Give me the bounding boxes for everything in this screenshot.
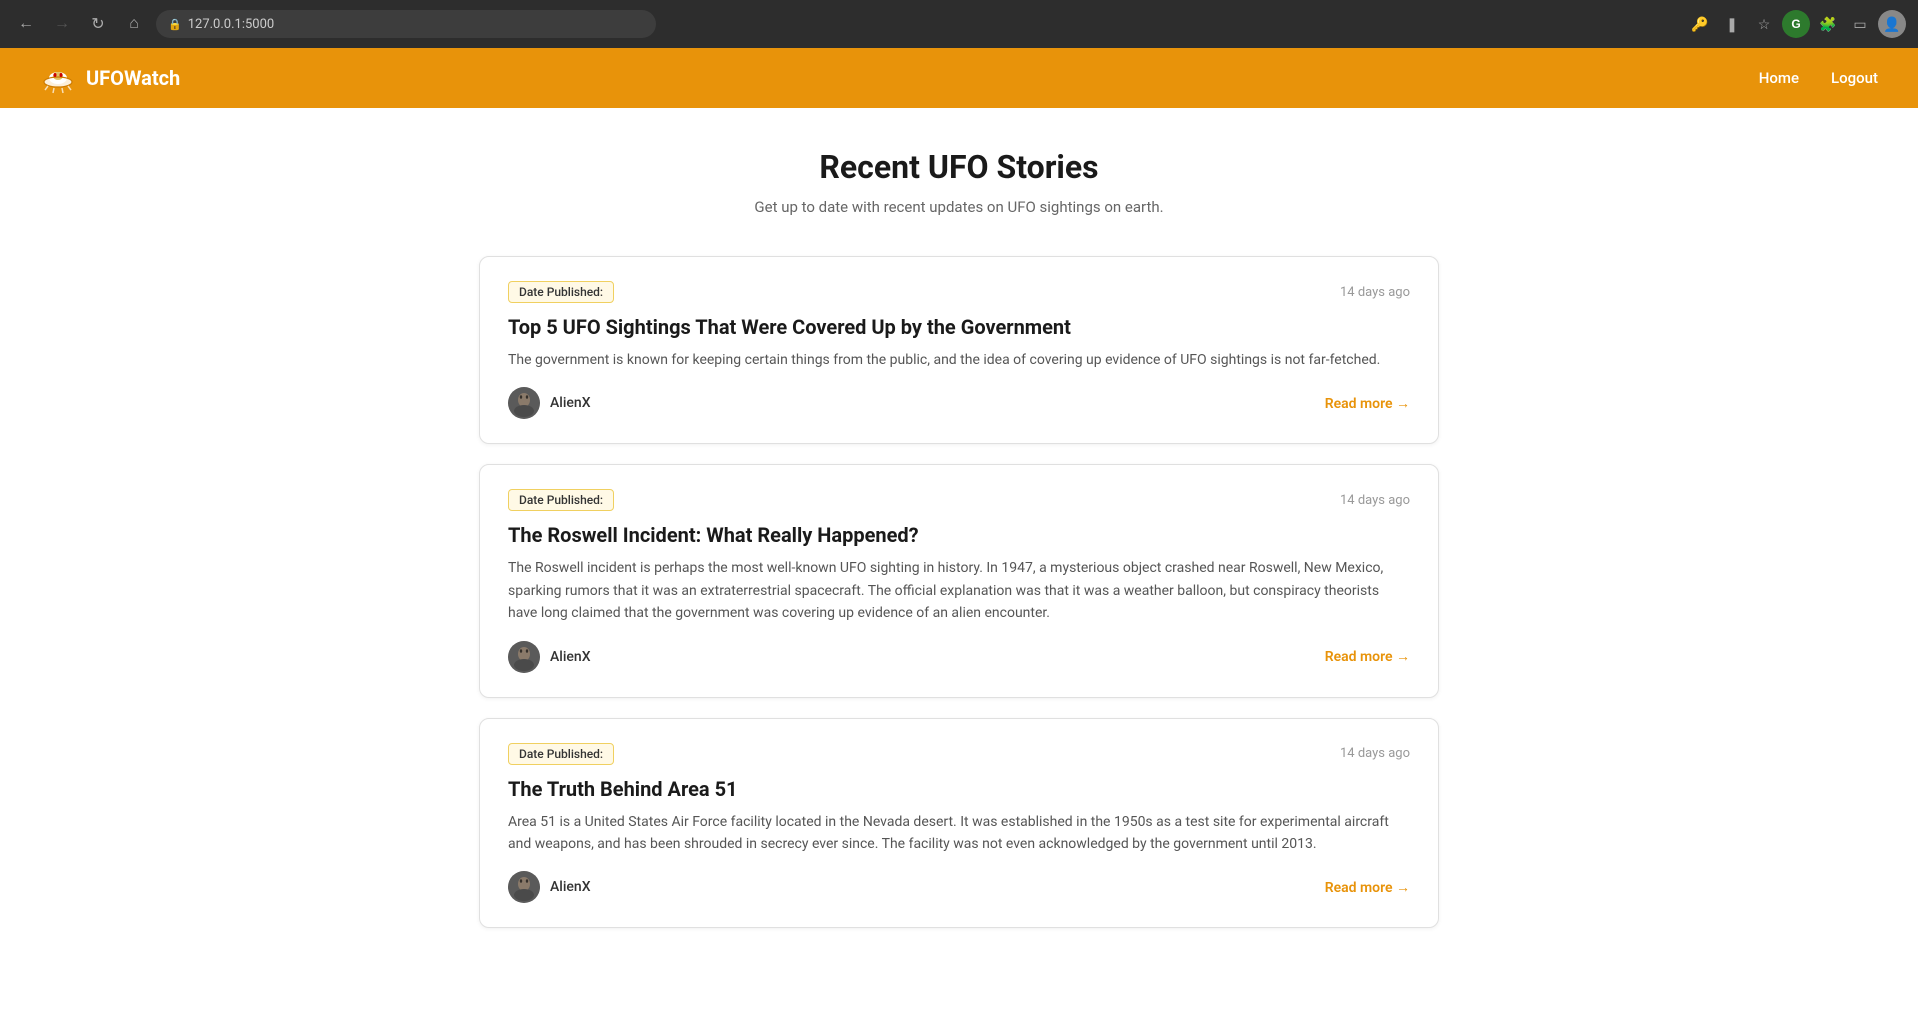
time-ago: 14 days ago: [1340, 285, 1410, 300]
card-meta: Date Published: 14 days ago: [508, 743, 1410, 765]
date-badge: Date Published:: [508, 489, 614, 511]
browser-actions: 🔑 ❚ ☆ G 🧩 ▭ 👤: [1686, 10, 1906, 38]
share-icon-btn[interactable]: ❚: [1718, 10, 1746, 38]
card-footer: AlienX Read more →: [508, 641, 1410, 673]
g-extension-btn[interactable]: G: [1782, 10, 1810, 38]
brand-text: UFOWatch: [86, 66, 180, 90]
author-avatar: [508, 871, 540, 903]
story-excerpt: The government is known for keeping cert…: [508, 349, 1410, 371]
story-title: The Roswell Incident: What Really Happen…: [508, 523, 1410, 547]
page-subtitle: Get up to date with recent updates on UF…: [20, 198, 1898, 216]
address-bar[interactable]: 🔒 127.0.0.1:5000: [156, 10, 656, 38]
forward-button[interactable]: →: [48, 10, 76, 38]
author-name: AlienX: [550, 879, 591, 895]
date-badge: Date Published:: [508, 281, 614, 303]
main-content: Recent UFO Stories Get up to date with r…: [0, 108, 1918, 1017]
story-excerpt: The Roswell incident is perhaps the most…: [508, 557, 1410, 624]
cast-icon-btn[interactable]: ▭: [1846, 10, 1874, 38]
card-footer: AlienX Read more →: [508, 871, 1410, 903]
story-excerpt: Area 51 is a United States Air Force fac…: [508, 811, 1410, 856]
star-icon-btn[interactable]: ☆: [1750, 10, 1778, 38]
ufo-logo-icon: [40, 60, 76, 96]
author: AlienX: [508, 641, 591, 673]
author-name: AlienX: [550, 649, 591, 665]
time-ago: 14 days ago: [1340, 746, 1410, 761]
puzzle-icon-btn[interactable]: 🧩: [1814, 10, 1842, 38]
back-button[interactable]: ←: [12, 10, 40, 38]
author-avatar: [508, 641, 540, 673]
story-title: The Truth Behind Area 51: [508, 777, 1410, 801]
card-footer: AlienX Read more →: [508, 387, 1410, 419]
story-card: Date Published: 14 days ago The Roswell …: [479, 464, 1439, 697]
reload-button[interactable]: ↻: [84, 10, 112, 38]
navbar-links: Home Logout: [1759, 69, 1878, 87]
page-title: Recent UFO Stories: [20, 148, 1898, 186]
home-button[interactable]: ⌂: [120, 10, 148, 38]
author: AlienX: [508, 871, 591, 903]
page-header: Recent UFO Stories Get up to date with r…: [20, 148, 1898, 216]
story-card: Date Published: 14 days ago Top 5 UFO Si…: [479, 256, 1439, 444]
url-text: 127.0.0.1:5000: [188, 17, 275, 32]
lock-icon: 🔒: [168, 18, 182, 31]
story-title: Top 5 UFO Sightings That Were Covered Up…: [508, 315, 1410, 339]
author: AlienX: [508, 387, 591, 419]
card-meta: Date Published: 14 days ago: [508, 281, 1410, 303]
nav-logout[interactable]: Logout: [1831, 69, 1878, 87]
browser-chrome: ← → ↻ ⌂ 🔒 127.0.0.1:5000 🔑 ❚ ☆ G 🧩 ▭ 👤: [0, 0, 1918, 48]
profile-avatar-btn[interactable]: 👤: [1878, 10, 1906, 38]
date-badge: Date Published:: [508, 743, 614, 765]
read-more-link[interactable]: Read more →: [1325, 648, 1410, 665]
navbar: UFOWatch Home Logout: [0, 48, 1918, 108]
brand-link[interactable]: UFOWatch: [40, 60, 180, 96]
read-more-link[interactable]: Read more →: [1325, 879, 1410, 896]
story-card: Date Published: 14 days ago The Truth Be…: [479, 718, 1439, 929]
author-avatar: [508, 387, 540, 419]
read-more-link[interactable]: Read more →: [1325, 395, 1410, 412]
nav-home[interactable]: Home: [1759, 69, 1799, 87]
card-meta: Date Published: 14 days ago: [508, 489, 1410, 511]
stories-container: Date Published: 14 days ago Top 5 UFO Si…: [479, 256, 1439, 928]
author-name: AlienX: [550, 395, 591, 411]
time-ago: 14 days ago: [1340, 493, 1410, 508]
key-icon-btn[interactable]: 🔑: [1686, 10, 1714, 38]
